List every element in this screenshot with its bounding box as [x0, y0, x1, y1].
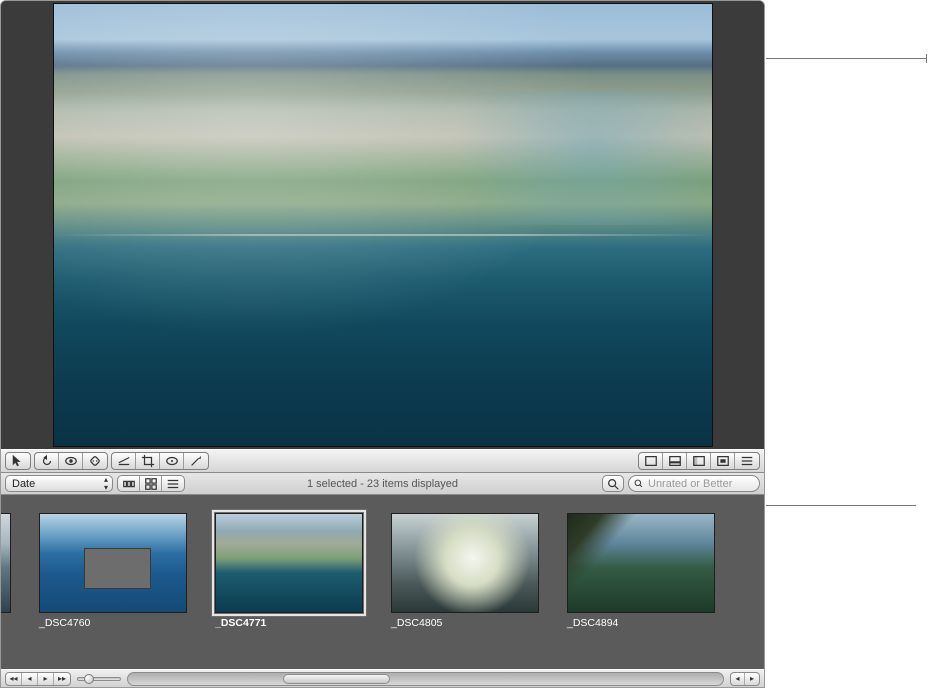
grid-view-button[interactable] [140, 476, 162, 491]
select-stepper-icon: ▴▾ [104, 476, 108, 492]
mirror-displays-button[interactable] [735, 453, 759, 469]
prev-item-button[interactable]: ◂ [22, 673, 38, 685]
split-view-button[interactable] [663, 453, 687, 469]
thumbnail-row: 733 _DSC4760 _DSC4771 _DSC4805 _DSC4894 [1, 513, 715, 629]
sort-filter-bar: Date ▴▾ 1 selected - 23 items displayed … [1, 473, 764, 495]
thumbnail-size-slider[interactable] [77, 677, 121, 681]
adjust-tool-group [34, 452, 108, 470]
thumbnail-item[interactable]: _DSC4805 [391, 513, 539, 629]
next-item-button[interactable]: ▸ [38, 673, 54, 685]
loupe-button[interactable] [602, 475, 624, 492]
red-eye-button[interactable] [59, 453, 83, 469]
rating-filter-placeholder: Unrated or Better [648, 478, 732, 490]
rating-filter-field[interactable]: Unrated or Better [628, 475, 760, 492]
annotation-leader-line [766, 58, 926, 59]
thumbnail-label: _DSC4894 [567, 613, 715, 629]
thumbnail-image [1, 513, 11, 613]
patch-button[interactable] [83, 453, 107, 469]
layout-tool-group [638, 452, 760, 470]
slider-knob-icon [84, 674, 94, 684]
fullscreen-button[interactable] [711, 453, 735, 469]
tools-toolbar [1, 449, 764, 473]
viewer-pane [1, 1, 764, 449]
first-item-button[interactable]: ◂◂ [6, 673, 22, 685]
thumbnail-item[interactable]: 733 [1, 513, 11, 629]
filmstrip-view-button[interactable] [118, 476, 140, 491]
thumbnail-label: _DSC4771 [215, 613, 363, 629]
browser-scrubber-bar: ◂◂ ◂ ▸ ▸▸ ◂ ▸ [1, 669, 764, 687]
crop-button[interactable] [136, 453, 160, 469]
scrollbar-thumb[interactable] [283, 674, 390, 684]
browser-scrollbar[interactable] [127, 672, 724, 686]
app-window: Date ▴▾ 1 selected - 23 items displayed … [0, 0, 765, 688]
thumbnail-label: _DSC4805 [391, 613, 539, 629]
straighten-button[interactable] [112, 453, 136, 469]
thumbnail-image [215, 513, 363, 613]
nav-button-group: ◂◂ ◂ ▸ ▸▸ [5, 672, 71, 686]
browser-strip: 733 _DSC4760 _DSC4771 _DSC4805 _DSC4894 [1, 495, 764, 669]
thumbnail-image [391, 513, 539, 613]
sort-field-select[interactable]: Date ▴▾ [5, 475, 113, 492]
annotation-leader-line [766, 505, 916, 506]
list-view-button[interactable] [162, 476, 184, 491]
main-photo[interactable] [53, 3, 713, 447]
scroll-right-button[interactable]: ▸ [745, 673, 759, 685]
thumbnail-item[interactable]: _DSC4771 [215, 513, 363, 629]
thumbnail-image [39, 513, 187, 613]
thumbnail-item[interactable]: _DSC4760 [39, 513, 187, 629]
thumbnail-image [567, 513, 715, 613]
last-item-button[interactable]: ▸▸ [54, 673, 70, 685]
color-meter-button[interactable] [160, 453, 184, 469]
browser-view-switch [117, 475, 185, 492]
scroll-left-button[interactable]: ◂ [731, 673, 745, 685]
rotate-ccw-button[interactable] [35, 453, 59, 469]
viewer-only-button[interactable] [639, 453, 663, 469]
search-icon [633, 478, 644, 489]
geometry-tool-group [111, 452, 209, 470]
brush-button[interactable] [184, 453, 208, 469]
sort-field-label: Date [12, 478, 35, 490]
thumbnail-label: _DSC4760 [39, 613, 187, 629]
thumbnail-item[interactable]: _DSC4894 [567, 513, 715, 629]
selection-tool-button[interactable] [5, 452, 31, 470]
browser-only-button[interactable] [687, 453, 711, 469]
thumbnail-label: 733 [1, 613, 11, 629]
scroll-arrow-group: ◂ ▸ [730, 672, 760, 686]
